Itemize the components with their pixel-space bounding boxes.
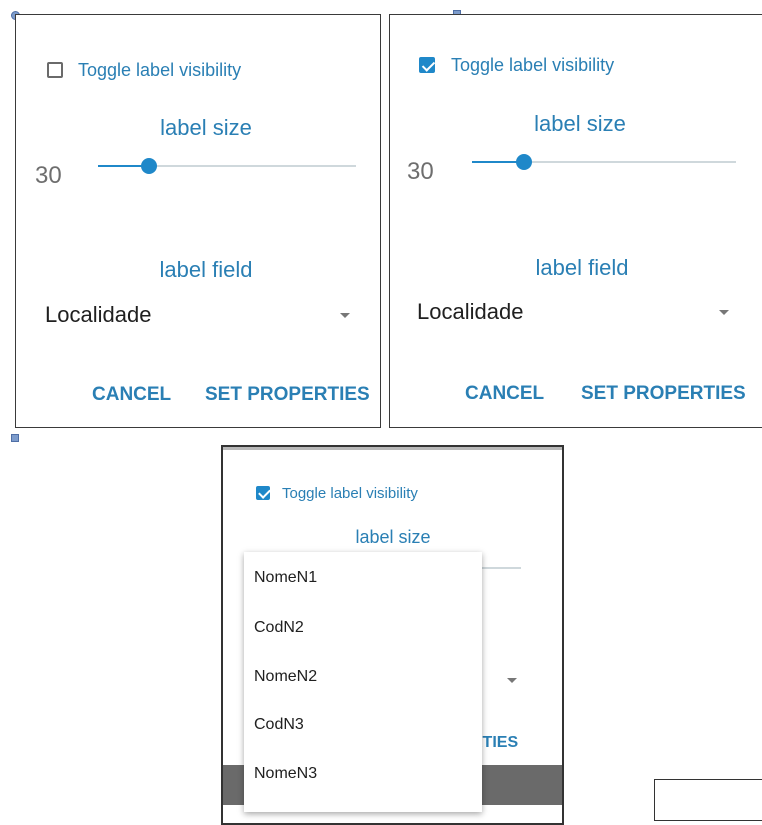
label-size-value: 30 [407,158,434,185]
label-size-heading: label size [160,115,252,140]
label-field-heading: label field [159,257,253,282]
check-icon [421,58,436,72]
toggle-label-text: Toggle label visibility [282,485,418,502]
label-size-slider-thumb[interactable] [141,158,157,174]
empty-frame [654,779,762,821]
dropdown-option[interactable]: NomeN2 [254,668,317,686]
chevron-down-icon[interactable] [719,310,729,315]
label-size-value: 30 [35,162,62,189]
label-size-slider-track[interactable] [472,154,736,170]
set-properties-button[interactable]: SET PROPERTIES [205,384,370,406]
toggle-label-checkbox[interactable] [47,62,63,78]
dropdown-option[interactable]: CodN2 [254,619,304,637]
dialog-unchecked: Toggle label visibility label size 30 la… [15,14,381,428]
label-field-select[interactable]: Localidade [417,299,523,325]
set-properties-button[interactable]: SET PROPERTIES [581,383,746,405]
dialog-checked: Toggle label visibility label size 30 la… [389,14,762,428]
toggle-label-checkbox[interactable] [419,57,436,73]
label-field-select[interactable]: Localidade [45,302,151,328]
label-size-slider-track[interactable] [98,158,356,174]
dialog-top-edge [223,447,562,450]
label-field-dropdown-menu[interactable]: NomeN1 CodN2 NomeN2 CodN3 NomeN3 [244,552,482,812]
toggle-label-text: Toggle label visibility [451,55,615,75]
cancel-button[interactable]: CANCEL [92,384,171,406]
dropdown-option[interactable]: NomeN3 [254,765,317,783]
chevron-down-icon[interactable] [340,313,350,318]
label-size-slider-thumb[interactable] [516,154,532,170]
chevron-down-icon[interactable] [507,678,517,683]
cancel-button[interactable]: CANCEL [465,383,544,405]
dropdown-option[interactable]: CodN3 [254,716,304,734]
label-size-heading: label size [534,111,626,136]
toggle-label-text: Toggle label visibility [78,60,242,80]
dropdown-option[interactable]: NomeN1 [254,569,317,587]
check-icon [258,486,271,499]
selection-handle[interactable] [11,434,19,442]
toggle-label-checkbox[interactable] [256,486,271,500]
label-field-heading: label field [535,255,629,280]
label-size-heading: label size [355,527,431,547]
